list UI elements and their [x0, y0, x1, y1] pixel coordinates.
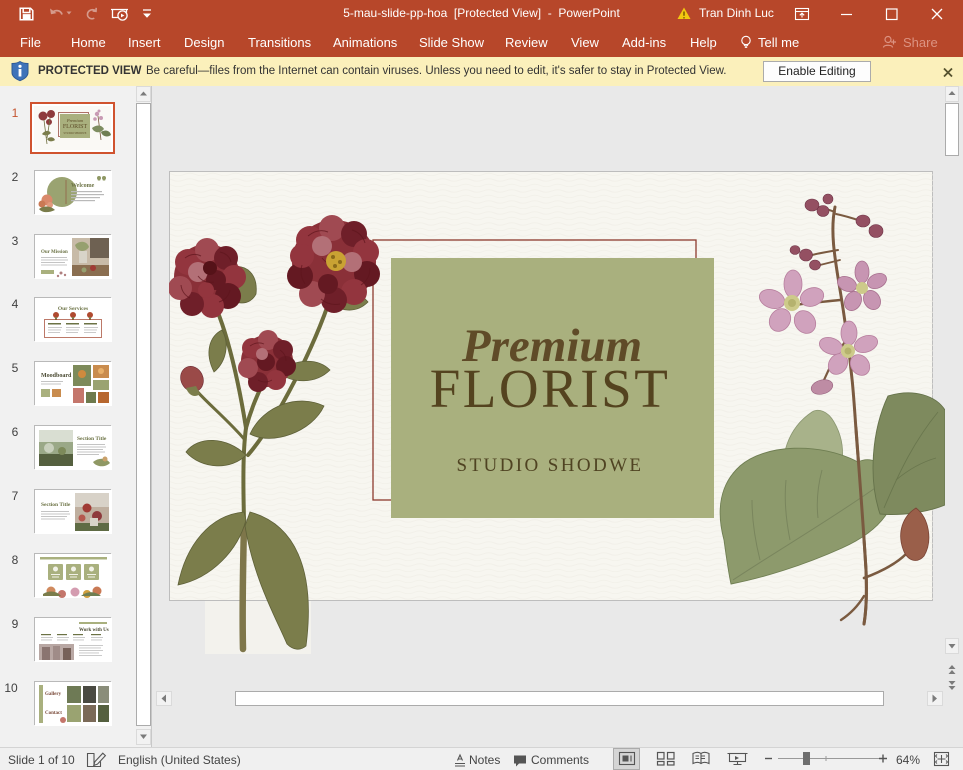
- svg-text:STUDIO SHODWE: STUDIO SHODWE: [64, 132, 87, 135]
- svg-text:Moodboard: Moodboard: [41, 373, 72, 379]
- svg-text:Gallery: Gallery: [45, 692, 62, 697]
- svg-text:Contact: Contact: [45, 711, 62, 716]
- svg-text:Welcome: Welcome: [71, 183, 95, 189]
- svg-text:Our Mission: Our Mission: [41, 250, 68, 255]
- svg-text:Our Services: Our Services: [58, 306, 88, 312]
- svg-text:FLORIST: FLORIST: [430, 358, 671, 419]
- svg-text:Work with Us: Work with Us: [79, 628, 109, 633]
- svg-text:Premium: Premium: [66, 118, 84, 123]
- svg-text:Share: Share: [903, 35, 938, 50]
- svg-text:FLORIST: FLORIST: [63, 124, 88, 130]
- svg-text:STUDIO SHODWE: STUDIO SHODWE: [457, 455, 644, 476]
- svg-text:Section Title: Section Title: [41, 502, 71, 508]
- svg-text:Section Title: Section Title: [77, 436, 107, 442]
